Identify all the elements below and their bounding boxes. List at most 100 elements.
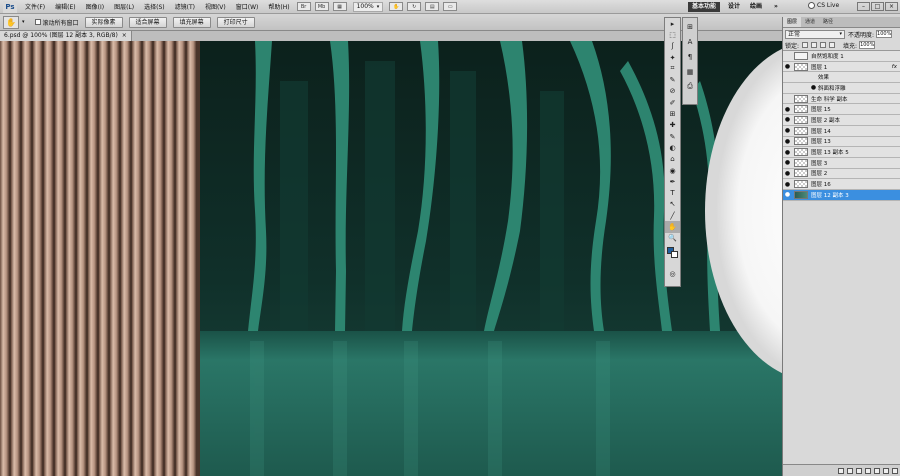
menu-image[interactable]: 图像(I) [81, 2, 109, 11]
new-adjustment-icon[interactable] [865, 467, 871, 474]
fit-screen-button[interactable]: 适合屏幕 [128, 16, 167, 28]
maximize-button[interactable]: □ [871, 2, 884, 11]
visibility-eye-icon[interactable]: ● [783, 138, 792, 145]
layer-row[interactable]: 生命 科学 副本 [783, 93, 900, 105]
visibility-eye-icon[interactable]: ● [783, 149, 792, 156]
layer-row[interactable]: ● 图层 3 [783, 157, 900, 169]
add-mask-icon[interactable] [856, 467, 862, 474]
fill-screen-button[interactable]: 填充屏幕 [172, 16, 211, 28]
chevron-down-icon[interactable]: ▾ [22, 19, 25, 25]
menu-view[interactable]: 视图(V) [200, 2, 231, 11]
paragraph-panel-icon[interactable]: ¶ [683, 50, 697, 63]
background-color[interactable] [671, 250, 678, 258]
print-size-button[interactable]: 打印尺寸 [216, 16, 255, 28]
actual-pixels-button[interactable]: 实际像素 [84, 16, 123, 28]
delete-layer-icon[interactable] [892, 467, 898, 474]
visibility-eye-icon[interactable]: ● [783, 106, 792, 113]
character-panel-icon[interactable]: A [683, 35, 697, 48]
visibility-eye-icon[interactable]: ● [783, 181, 792, 188]
crop-tool-icon[interactable]: ⌗ [665, 63, 680, 74]
brush-tool-icon[interactable]: ✐ [665, 97, 680, 108]
extras-icon[interactable]: ▦ [332, 2, 347, 11]
zoom-tool-icon[interactable]: 🔍 [665, 233, 680, 244]
lock-position-icon[interactable] [820, 42, 827, 48]
quick-mask-icon[interactable]: ◎ [665, 268, 680, 279]
clone-stamp-tool-icon[interactable]: ⊞ [665, 108, 680, 119]
lock-transparency-icon[interactable] [802, 42, 809, 48]
layer-row[interactable]: ● 图层 15 [783, 104, 900, 116]
new-group-icon[interactable] [874, 467, 880, 474]
history-panel-icon[interactable]: ⎙ [683, 80, 697, 93]
menu-help[interactable]: 帮助(H) [263, 2, 294, 11]
cs-live[interactable]: CS Live [808, 2, 839, 9]
layer-row[interactable]: ● 图层 13 [783, 136, 900, 148]
visibility-eye-icon[interactable]: ● [783, 170, 792, 177]
layer-row[interactable]: ● 图层 2 [783, 168, 900, 180]
shape-tool-icon[interactable]: ╱ [665, 210, 680, 221]
lock-all-icon[interactable] [829, 42, 836, 48]
hand-tool-icon[interactable]: ✋ [665, 221, 680, 233]
hand-tool-icon[interactable]: ✋ [389, 2, 404, 11]
new-layer-icon[interactable] [883, 467, 889, 474]
hand-tool-preset-icon[interactable]: ✋ [3, 15, 19, 29]
mini-bridge-icon[interactable]: Mb [314, 2, 329, 11]
bridge-icon[interactable]: Br [296, 2, 311, 11]
pen-tool-icon[interactable]: ✒ [665, 176, 680, 187]
rotate-view-icon[interactable]: ↻ [407, 2, 422, 11]
scroll-all-windows-option[interactable]: 滚动所有窗口 [34, 18, 79, 27]
blend-mode-select[interactable]: 正常 ▾ [785, 29, 845, 39]
healing-brush-tool-icon[interactable]: ⊘ [665, 86, 680, 97]
tab-layers[interactable]: 图层 [783, 17, 802, 27]
scroll-all-windows-checkbox[interactable] [34, 19, 41, 25]
color-swatches[interactable] [665, 244, 680, 268]
layer-row[interactable]: ● 图层 12 副本 3 [783, 189, 900, 201]
layer-row[interactable]: ● 图层 14 [783, 125, 900, 137]
visibility-eye-icon[interactable]: ● [809, 84, 818, 91]
visibility-eye-icon[interactable]: ● [783, 159, 792, 166]
blur-tool-icon[interactable]: ⌂ [665, 154, 680, 165]
workspace-essentials[interactable]: 基本功能 [688, 2, 721, 12]
visibility-eye-icon[interactable]: ● [783, 127, 792, 134]
layer-row[interactable]: 效果 [783, 72, 900, 84]
history-brush-tool-icon[interactable]: ✚ [665, 120, 680, 131]
fill-input[interactable]: 100% [859, 41, 876, 49]
zoom-select[interactable]: 100% ▾ [352, 1, 384, 12]
layer-row[interactable]: ● 斜面和浮雕 [783, 83, 900, 94]
opacity-input[interactable]: 100% [876, 30, 893, 38]
navigator-panel-icon[interactable]: ⊞ [683, 20, 697, 33]
close-button[interactable]: × [885, 2, 898, 11]
lock-pixels-icon[interactable] [811, 42, 818, 48]
layer-row[interactable]: 自然饱和度 1 [783, 51, 900, 62]
workspace-painting[interactable]: 绘画 [746, 2, 766, 12]
tab-channels[interactable]: 通道 [801, 17, 819, 27]
menu-select[interactable]: 选择(S) [139, 2, 170, 11]
move-tool-icon[interactable]: ▸ [665, 18, 680, 29]
path-selection-tool-icon[interactable]: ↖ [665, 199, 680, 210]
eraser-tool-icon[interactable]: ✎ [665, 131, 680, 142]
workspace-more[interactable]: » [770, 2, 782, 12]
screen-mode-icon[interactable]: ▭ [443, 2, 458, 11]
tab-paths[interactable]: 路径 [819, 17, 837, 27]
add-style-icon[interactable] [847, 467, 853, 474]
type-tool-icon[interactable]: T [665, 187, 680, 198]
layer-row[interactable]: ● 图层 1 fx [783, 61, 900, 73]
link-layers-icon[interactable] [838, 467, 844, 474]
menu-window[interactable]: 窗口(W) [231, 2, 264, 11]
eyedropper-tool-icon[interactable]: ✎ [665, 74, 680, 85]
histogram-panel-icon[interactable]: ▦ [683, 65, 697, 78]
visibility-eye-icon[interactable]: ● [783, 116, 792, 123]
arrange-documents-icon[interactable]: ▤ [425, 2, 440, 11]
workspace-design[interactable]: 设计 [724, 2, 744, 12]
document-tab[interactable]: 6.psd @ 100% (图层 12 副本 3, RGB/8) × [0, 31, 132, 41]
visibility-eye-icon[interactable]: ● [783, 63, 792, 70]
layer-row[interactable]: ● 图层 13 副本 5 [783, 147, 900, 158]
lasso-tool-icon[interactable]: ʃ [665, 41, 680, 52]
close-icon[interactable]: × [122, 31, 127, 41]
layer-effects-icon[interactable]: fx [892, 64, 897, 70]
menu-edit[interactable]: 编辑(E) [50, 2, 80, 11]
layer-row[interactable]: ● 图层 2 副本 [783, 115, 900, 126]
layer-row[interactable]: ● 图层 16 [783, 179, 900, 190]
menu-filter[interactable]: 滤镜(T) [170, 2, 200, 11]
dodge-tool-icon[interactable]: ◉ [665, 165, 680, 176]
gradient-tool-icon[interactable]: ◐ [665, 142, 680, 153]
